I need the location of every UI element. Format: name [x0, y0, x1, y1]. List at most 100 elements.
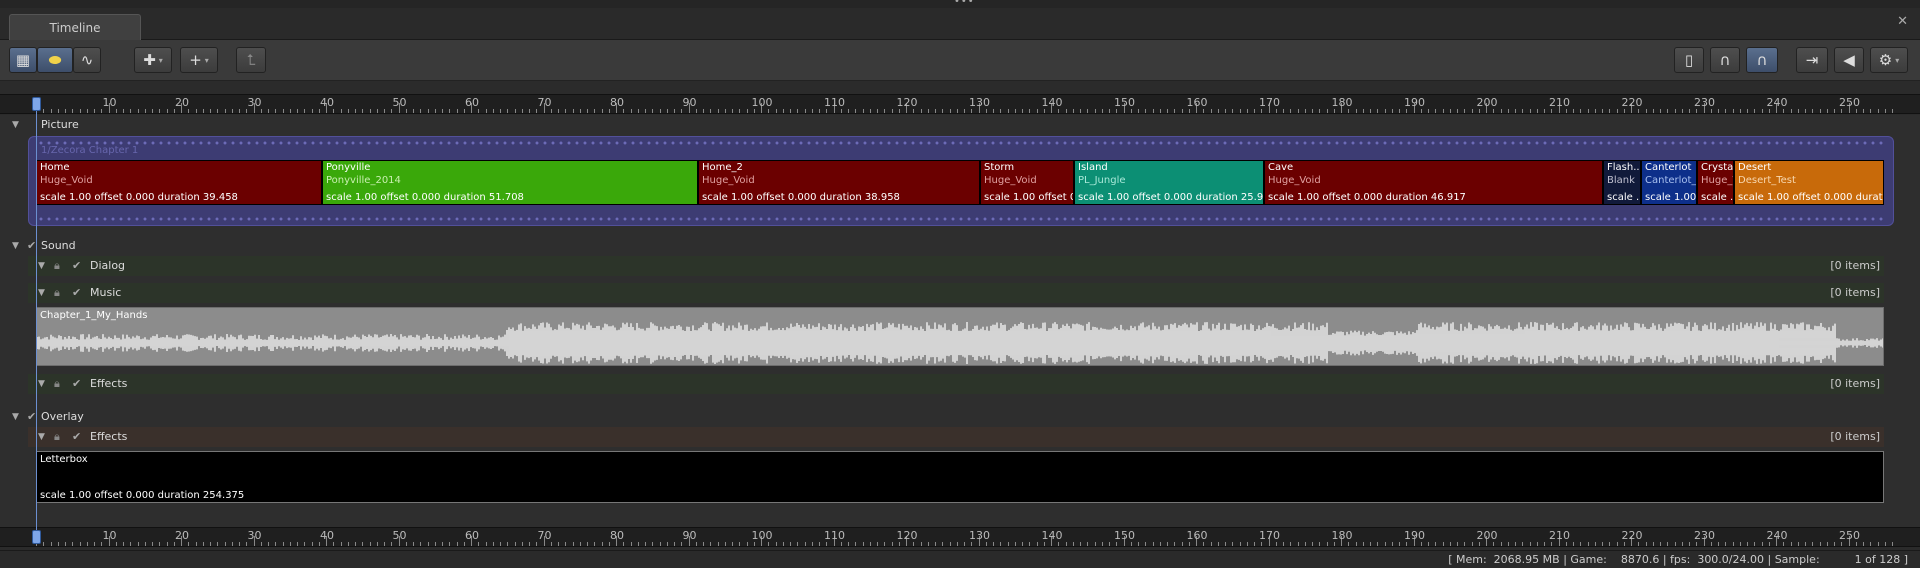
ruler-tick	[1732, 109, 1734, 113]
ruler-tick	[1602, 542, 1603, 546]
collapse-triangle-icon[interactable]: ▼	[38, 374, 45, 394]
ruler-tick	[1478, 542, 1480, 546]
audio-clip[interactable]: Chapter_1_My_Hands	[36, 307, 1884, 366]
check-icon[interactable]: ✔	[72, 427, 81, 447]
tab-timeline[interactable]: Timeline	[9, 14, 141, 42]
collapse-triangle-icon[interactable]: ▼	[12, 116, 19, 134]
check-icon[interactable]: ✔	[72, 374, 81, 394]
picture-clip[interactable]: Flash... Blank scale ...	[1603, 160, 1641, 205]
ruler-label: 40	[320, 529, 334, 542]
add-marker-icon[interactable]: ✚ ▾	[134, 47, 172, 73]
ruler-tick	[1551, 109, 1553, 113]
lock-icon[interactable]: 🔒︎	[54, 256, 60, 276]
lock-icon[interactable]: 🔒︎	[54, 427, 60, 447]
waveform-icon[interactable]: ∿	[73, 47, 101, 73]
ruler-tick	[289, 542, 291, 546]
track-sound-effects[interactable]: ▼ 🔒︎ ✔ Effects [0 items]	[28, 374, 1884, 394]
ruler-label: 30	[247, 96, 262, 109]
picture-clip[interactable]: Home Huge_Void scale 1.00 offset 0.000 dur…	[36, 160, 322, 205]
ruler-tick	[695, 542, 697, 546]
ruler-tick	[594, 109, 596, 113]
picture-clip[interactable]: Desert Desert_Test scale 1.00 offset 0.000…	[1734, 160, 1884, 205]
track-name: Effects	[90, 430, 128, 443]
ruler-tick	[942, 542, 944, 546]
ruler-tick	[1602, 109, 1603, 113]
ruler-tick	[202, 542, 204, 546]
ruler-tick	[1065, 109, 1067, 113]
track-name: Dialog	[90, 259, 126, 272]
track-music[interactable]: ▼ 🔒︎ ✔ Music [0 items]	[28, 283, 1884, 303]
ruler-tick	[420, 542, 422, 546]
ruler-label: 160	[1186, 529, 1208, 542]
lock-icon[interactable]: 🔒︎	[54, 283, 60, 303]
ruler-tick	[1718, 542, 1719, 546]
clip-scene: Huge_Void	[984, 175, 1037, 186]
check-icon[interactable]: ✔	[72, 283, 81, 303]
ruler-tick	[768, 542, 770, 546]
ruler-tick	[1623, 109, 1625, 113]
speaker-icon[interactable]: ◀	[1834, 47, 1864, 73]
chapter-label: 1/Zecora Chapter 1	[41, 145, 139, 156]
timeline-ruler-top[interactable]: 10 20 30 40 50 60 70 80 90 100 110 120 130 140 150 160 1…	[0, 94, 1920, 114]
magnet-icon[interactable]: ∩	[1710, 47, 1740, 73]
collapse-triangle-icon[interactable]: ▼	[12, 237, 19, 255]
ruler-tick	[877, 542, 878, 546]
ruler-tick	[768, 109, 770, 113]
playhead-handle-top[interactable]	[32, 97, 41, 111]
picture-clip[interactable]: Ponyville Ponyville_2014 scale 1.00 offset…	[322, 160, 698, 205]
clip-info: scale 1.00 offset 0.000 duration...	[1738, 192, 1883, 203]
picture-clip[interactable]: Home_2 Huge_Void scale 1.00 offset 0.000 d…	[698, 160, 980, 205]
device-icon[interactable]: ▯	[1674, 47, 1704, 73]
ruler-tick	[565, 542, 567, 546]
group-sound[interactable]: ▼ ✔ Sound	[0, 237, 1920, 255]
picture-clip[interactable]: Canterlot Canterlot_Vscale 1.00 ...	[1641, 160, 1697, 205]
ruler-label: 170	[1259, 529, 1280, 542]
ruler-tick	[1290, 109, 1292, 113]
up-arrow-icon[interactable]: ⮤	[236, 47, 266, 73]
ruler-tick	[1797, 109, 1799, 113]
ruler-tick	[1087, 542, 1089, 546]
playhead-handle-bottom[interactable]	[32, 530, 41, 544]
ruler-tick	[1406, 542, 1408, 546]
picture-clip[interactable]: Cave Huge_Void scale 1.00 offset 0.000 dur…	[1264, 160, 1603, 205]
check-icon[interactable]: ✔	[27, 237, 36, 255]
clip-scene: Ponyville_2014	[326, 175, 401, 186]
collapse-triangle-icon[interactable]: ▼	[38, 427, 45, 447]
ruler-tick	[819, 542, 820, 546]
check-icon[interactable]: ✔	[27, 408, 36, 426]
ruler-tick	[43, 542, 45, 546]
picture-clip[interactable]: Storm Huge_Voidscale 1.00 offset 0...	[980, 160, 1074, 205]
track-overlay-effects[interactable]: ▼ 🔒︎ ✔ Effects [0 items]	[28, 427, 1884, 447]
picture-clip[interactable]: Crystal Huge_Vscale ...	[1697, 160, 1734, 205]
filmstrip-icon[interactable]: ▦	[9, 47, 37, 73]
magnet-filled-icon[interactable]: ∩	[1746, 47, 1778, 73]
collapse-triangle-icon[interactable]: ▼	[12, 408, 19, 426]
close-icon[interactable]: ✕	[1897, 14, 1908, 29]
ruler-tick	[1812, 109, 1814, 113]
clip-name: Desert	[1738, 162, 1772, 173]
collapse-triangle-icon[interactable]: ▼	[38, 256, 45, 276]
lock-icon[interactable]: 🔒︎	[54, 374, 60, 394]
panel-grip[interactable]: •••	[0, 0, 1920, 8]
group-picture[interactable]: ▼ Picture	[0, 116, 1920, 134]
group-overlay[interactable]: ▼ ✔ Overlay	[0, 408, 1920, 426]
collapse-triangle-icon[interactable]: ▼	[38, 283, 45, 303]
eye-icon[interactable]: ⬬	[37, 47, 73, 73]
picture-clip[interactable]: Island PL_Jungle scale 1.00 offset 0.000 d…	[1074, 160, 1264, 205]
ruler-tick	[376, 109, 378, 113]
gear-icon[interactable]: ⚙ ▾	[1870, 47, 1908, 73]
jump-to-end-icon[interactable]: ⇥	[1796, 47, 1828, 73]
timeline-ruler-bottom[interactable]: 10 20 30 40 50 60 70 80 90 100 110 120 130 140 150 160 1…	[0, 527, 1920, 547]
letterbox-clip[interactable]: Letterbox scale 1.00 offset 0.000 durati…	[36, 451, 1884, 503]
ruler-tick	[1152, 109, 1154, 113]
check-icon[interactable]: ✔	[72, 256, 81, 276]
track-dialog[interactable]: ▼ 🔒︎ ✔ Dialog [0 items]	[28, 256, 1884, 276]
ruler-tick	[1210, 542, 1212, 546]
ruler-tick	[1399, 109, 1400, 113]
add-track-icon[interactable]: + ▾	[180, 47, 218, 73]
ruler-label: 190	[1404, 529, 1425, 542]
ruler-tick	[1515, 542, 1516, 546]
ruler-tick	[1522, 109, 1524, 113]
ruler-tick	[710, 542, 712, 546]
ruler-tick	[1544, 542, 1545, 546]
